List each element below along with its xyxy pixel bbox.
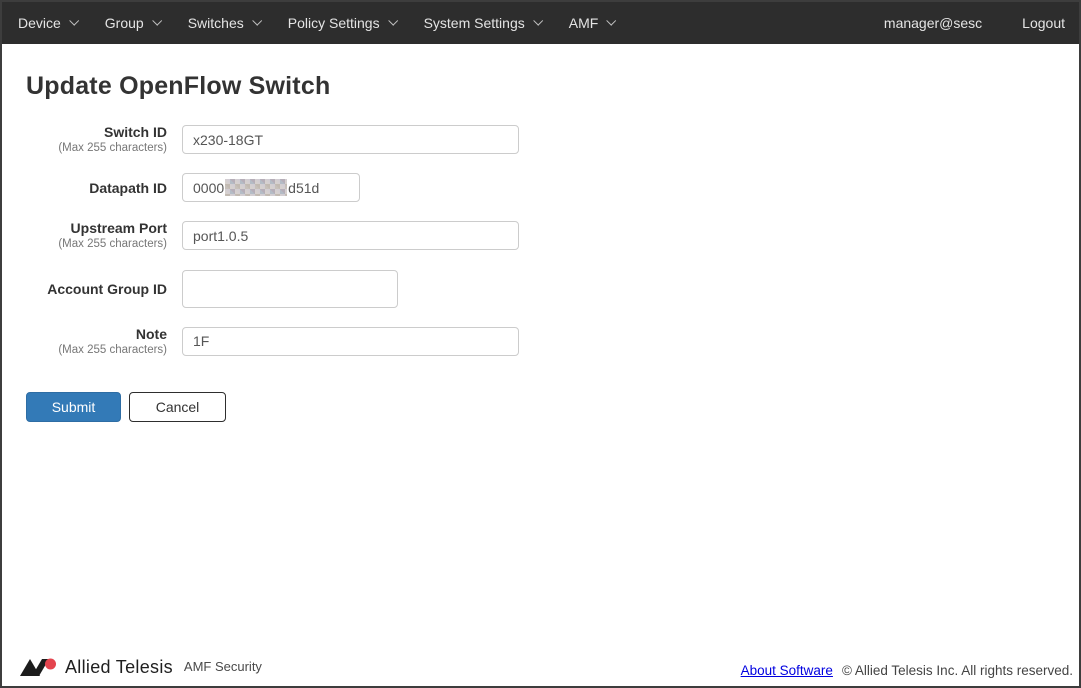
label-column: Switch ID (Max 255 characters) bbox=[26, 124, 167, 155]
form-actions: Submit Cancel bbox=[26, 391, 1055, 422]
form-row-note: Note (Max 255 characters) bbox=[26, 326, 1055, 357]
note-hint: (Max 255 characters) bbox=[58, 343, 167, 356]
label-column: Note (Max 255 characters) bbox=[26, 326, 167, 357]
nav-item-label: Device bbox=[18, 15, 61, 31]
nav-item-amf[interactable]: AMF bbox=[568, 15, 617, 31]
upstream-port-input[interactable] bbox=[182, 221, 519, 251]
label-column: Datapath ID bbox=[26, 180, 167, 196]
form-row-account-group-id: Account Group ID bbox=[26, 269, 1055, 308]
switch-id-label: Switch ID bbox=[103, 124, 167, 140]
update-openflow-switch-form: Switch ID (Max 255 characters) Datapath … bbox=[26, 124, 1055, 422]
brand-group: Allied Telesis AMF Security bbox=[20, 656, 262, 678]
nav-item-policy-settings[interactable]: Policy Settings bbox=[287, 15, 398, 31]
datapath-id-label: Datapath ID bbox=[89, 179, 167, 196]
page-title: Update OpenFlow Switch bbox=[26, 72, 331, 100]
copyright-text: © Allied Telesis Inc. All rights reserve… bbox=[841, 663, 1073, 678]
app-window: Device Group Switches Policy Settings Sy… bbox=[0, 0, 1081, 688]
nav-item-label: AMF bbox=[568, 15, 599, 31]
nav-item-label: Switches bbox=[187, 15, 244, 31]
account-group-id-label: Account Group ID bbox=[47, 280, 167, 297]
nav-item-system-settings[interactable]: System Settings bbox=[423, 15, 543, 31]
footer: Allied Telesis AMF Security About Softwa… bbox=[2, 656, 1079, 686]
note-label: Note bbox=[135, 325, 167, 342]
nav-item-label: System Settings bbox=[423, 15, 525, 31]
datapath-id-input[interactable]: 0000 d51d bbox=[182, 173, 360, 203]
allied-telesis-logo-icon bbox=[20, 658, 56, 676]
chevron-down-icon bbox=[252, 15, 262, 26]
brand-name: Allied Telesis bbox=[65, 656, 173, 677]
nav-item-group[interactable]: Group bbox=[104, 15, 162, 31]
logged-in-user: manager@sesc bbox=[883, 15, 983, 31]
chevron-down-icon bbox=[532, 15, 543, 26]
form-row-datapath-id: Datapath ID 0000 d51d bbox=[26, 173, 1055, 203]
chevron-down-icon bbox=[387, 15, 398, 26]
datapath-value-prefix: 0000 bbox=[193, 179, 225, 196]
account-group-id-input[interactable] bbox=[182, 269, 398, 308]
chevron-down-icon bbox=[69, 15, 79, 26]
form-row-switch-id: Switch ID (Max 255 characters) bbox=[26, 124, 1055, 155]
redacted-pixelation bbox=[225, 179, 288, 197]
nav-menu: Device Group Switches Policy Settings Sy… bbox=[18, 15, 617, 31]
nav-item-label: Policy Settings bbox=[287, 15, 380, 31]
nav-item-label: Group bbox=[104, 15, 144, 31]
chevron-down-icon bbox=[151, 15, 162, 26]
nav-right-section: manager@sesc Logout bbox=[884, 15, 1065, 31]
upstream-port-label: Upstream Port bbox=[70, 220, 167, 237]
main-content: Update OpenFlow Switch Switch ID (Max 25… bbox=[2, 44, 1079, 422]
about-software-link[interactable]: About Software bbox=[741, 663, 833, 678]
switch-id-input[interactable] bbox=[182, 125, 519, 155]
nav-item-switches[interactable]: Switches bbox=[187, 15, 262, 31]
logout-link[interactable]: Logout bbox=[1022, 15, 1065, 31]
cancel-button[interactable]: Cancel bbox=[129, 391, 226, 422]
submit-button[interactable]: Submit bbox=[26, 391, 121, 422]
label-column: Account Group ID bbox=[26, 281, 167, 297]
product-name: AMF Security bbox=[183, 659, 262, 674]
note-input[interactable] bbox=[182, 326, 519, 356]
datapath-value-suffix: d51d bbox=[288, 179, 320, 196]
label-column: Upstream Port (Max 255 characters) bbox=[26, 220, 167, 251]
chevron-down-icon bbox=[606, 15, 617, 26]
switch-id-hint: (Max 255 characters) bbox=[58, 142, 167, 155]
footer-right: About Software © Allied Telesis Inc. All… bbox=[741, 663, 1073, 678]
form-row-upstream-port: Upstream Port (Max 255 characters) bbox=[26, 220, 1055, 251]
top-navbar: Device Group Switches Policy Settings Sy… bbox=[2, 2, 1079, 44]
upstream-port-hint: (Max 255 characters) bbox=[58, 238, 167, 251]
nav-item-device[interactable]: Device bbox=[18, 15, 79, 31]
